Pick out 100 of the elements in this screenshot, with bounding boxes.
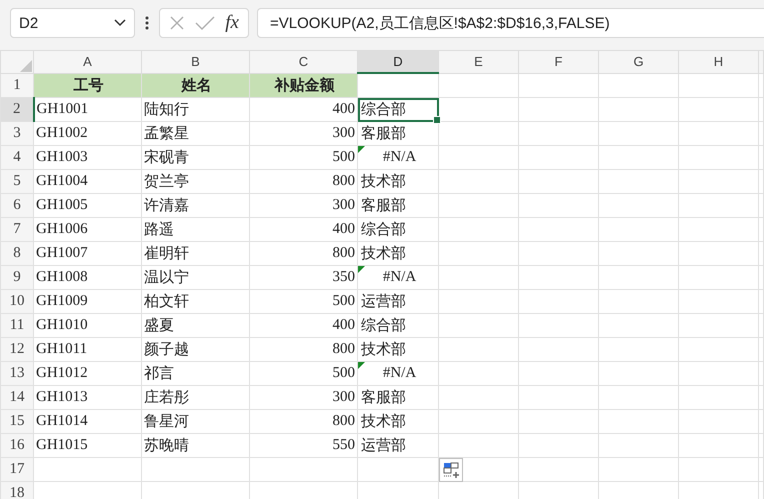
row-header[interactable]: 18 <box>0 482 34 499</box>
table-cell: 贺兰亭 <box>142 170 250 194</box>
row-header[interactable]: 3 <box>0 122 34 146</box>
column-header[interactable]: G <box>598 50 678 73</box>
row-header[interactable]: 5 <box>0 170 34 194</box>
cell-text: 客服部 <box>361 390 406 406</box>
row-header[interactable]: 7 <box>0 218 34 242</box>
table-cell[interactable]: 客服部 <box>358 122 438 146</box>
table-cell: 500 <box>250 362 358 386</box>
cell-text: 综合部 <box>361 102 406 118</box>
table-cell: 800 <box>250 242 358 266</box>
cell-text: 综合部 <box>361 318 406 334</box>
table-cell: 崔明轩 <box>142 242 250 266</box>
table-cell: 550 <box>250 434 358 458</box>
check-icon[interactable] <box>195 15 216 31</box>
table-cell[interactable]: 技术部 <box>358 170 438 194</box>
table-cell[interactable]: 技术部 <box>358 242 438 266</box>
row-header[interactable]: 9 <box>0 266 34 290</box>
row-header[interactable]: 10 <box>0 290 34 314</box>
table-cell: 800 <box>250 170 358 194</box>
table-cell: 颜子越 <box>142 338 250 362</box>
table-cell: GH1011 <box>34 338 142 362</box>
row-header[interactable]: 13 <box>0 362 34 386</box>
column-header[interactable]: D <box>358 50 438 73</box>
row-header[interactable]: 2 <box>0 98 34 122</box>
cell-text: #N/A <box>382 269 416 285</box>
table-cell: GH1013 <box>34 386 142 410</box>
name-box[interactable]: D2 <box>10 8 135 38</box>
table-cell: 400 <box>250 314 358 338</box>
table-cell[interactable]: 运营部 <box>358 290 438 314</box>
error-indicator-icon[interactable] <box>358 266 365 273</box>
table-cell: GH1002 <box>34 122 142 146</box>
table-cell: 苏晚晴 <box>142 434 250 458</box>
table-cell[interactable]: #N/A <box>358 146 438 170</box>
table-cell: 温以宁 <box>142 266 250 290</box>
column-header[interactable]: A <box>34 50 142 73</box>
table-cell[interactable]: 综合部 <box>358 218 438 242</box>
table-cell[interactable]: 综合部 <box>358 314 438 338</box>
table-cell: GH1001 <box>34 98 142 122</box>
error-indicator-icon[interactable] <box>358 146 365 153</box>
column-header[interactable]: F <box>518 50 598 73</box>
table-header-cell: 工号 <box>34 73 142 98</box>
cell-reference: D2 <box>19 14 38 32</box>
row-header[interactable]: 14 <box>0 386 34 410</box>
table-cell[interactable]: 客服部 <box>358 194 438 218</box>
table-cell: 柏文轩 <box>142 290 250 314</box>
row-header[interactable]: 17 <box>0 458 34 482</box>
table-cell: 350 <box>250 266 358 290</box>
formula-field[interactable]: =VLOOKUP(A2,员工信息区!$A$2:$D$16,3,FALSE) <box>257 8 764 38</box>
table-cell: GH1004 <box>34 170 142 194</box>
table-cell: GH1005 <box>34 194 142 218</box>
table-cell: 300 <box>250 386 358 410</box>
cell-text: 客服部 <box>361 126 406 142</box>
column-header[interactable]: C <box>250 50 358 73</box>
fill-handle[interactable] <box>433 116 441 124</box>
paste-options-icon[interactable] <box>439 458 463 482</box>
table-cell: GH1009 <box>34 290 142 314</box>
table-cell: 300 <box>250 122 358 146</box>
chevron-down-icon[interactable] <box>114 19 126 27</box>
table-cell[interactable]: #N/A <box>358 362 438 386</box>
column-header[interactable]: E <box>438 50 518 73</box>
row-header[interactable]: 8 <box>0 242 34 266</box>
cell-text: 运营部 <box>361 438 406 454</box>
table-cell: GH1015 <box>34 434 142 458</box>
table-cell: 400 <box>250 98 358 122</box>
table-cell: 许清嘉 <box>142 194 250 218</box>
table-cell: GH1007 <box>34 242 142 266</box>
table-cell: 庄若彤 <box>142 386 250 410</box>
table-cell: GH1010 <box>34 314 142 338</box>
table-cell: GH1003 <box>34 146 142 170</box>
row-header[interactable]: 12 <box>0 338 34 362</box>
table-cell[interactable]: #N/A <box>358 266 438 290</box>
cell-text: 技术部 <box>361 414 406 430</box>
table-cell: 宋砚青 <box>142 146 250 170</box>
table-cell: 孟繁星 <box>142 122 250 146</box>
table-cell[interactable]: 运营部 <box>358 434 438 458</box>
cell-text: #N/A <box>382 365 416 381</box>
row-header[interactable]: 1 <box>0 73 34 98</box>
table-cell: 500 <box>250 146 358 170</box>
table-cell[interactable]: 技术部 <box>358 410 438 434</box>
table-cell: 800 <box>250 338 358 362</box>
column-header[interactable]: H <box>678 50 758 73</box>
column-header[interactable]: B <box>142 50 250 73</box>
row-header[interactable]: 4 <box>0 146 34 170</box>
row-header[interactable]: 11 <box>0 314 34 338</box>
cell-text: 技术部 <box>361 342 406 358</box>
cell-text: 综合部 <box>361 222 406 238</box>
more-options-icon[interactable] <box>145 16 149 30</box>
table-cell: 400 <box>250 218 358 242</box>
insert-function-button[interactable]: fx <box>225 12 239 34</box>
table-cell: 鲁星河 <box>142 410 250 434</box>
row-header[interactable]: 15 <box>0 410 34 434</box>
table-header-cell: 补贴金额 <box>250 73 358 98</box>
table-cell: GH1014 <box>34 410 142 434</box>
row-header[interactable]: 6 <box>0 194 34 218</box>
table-cell[interactable]: 综合部 <box>358 98 438 122</box>
table-cell[interactable]: 技术部 <box>358 338 438 362</box>
row-header[interactable]: 16 <box>0 434 34 458</box>
error-indicator-icon[interactable] <box>358 362 365 369</box>
table-cell[interactable]: 客服部 <box>358 386 438 410</box>
